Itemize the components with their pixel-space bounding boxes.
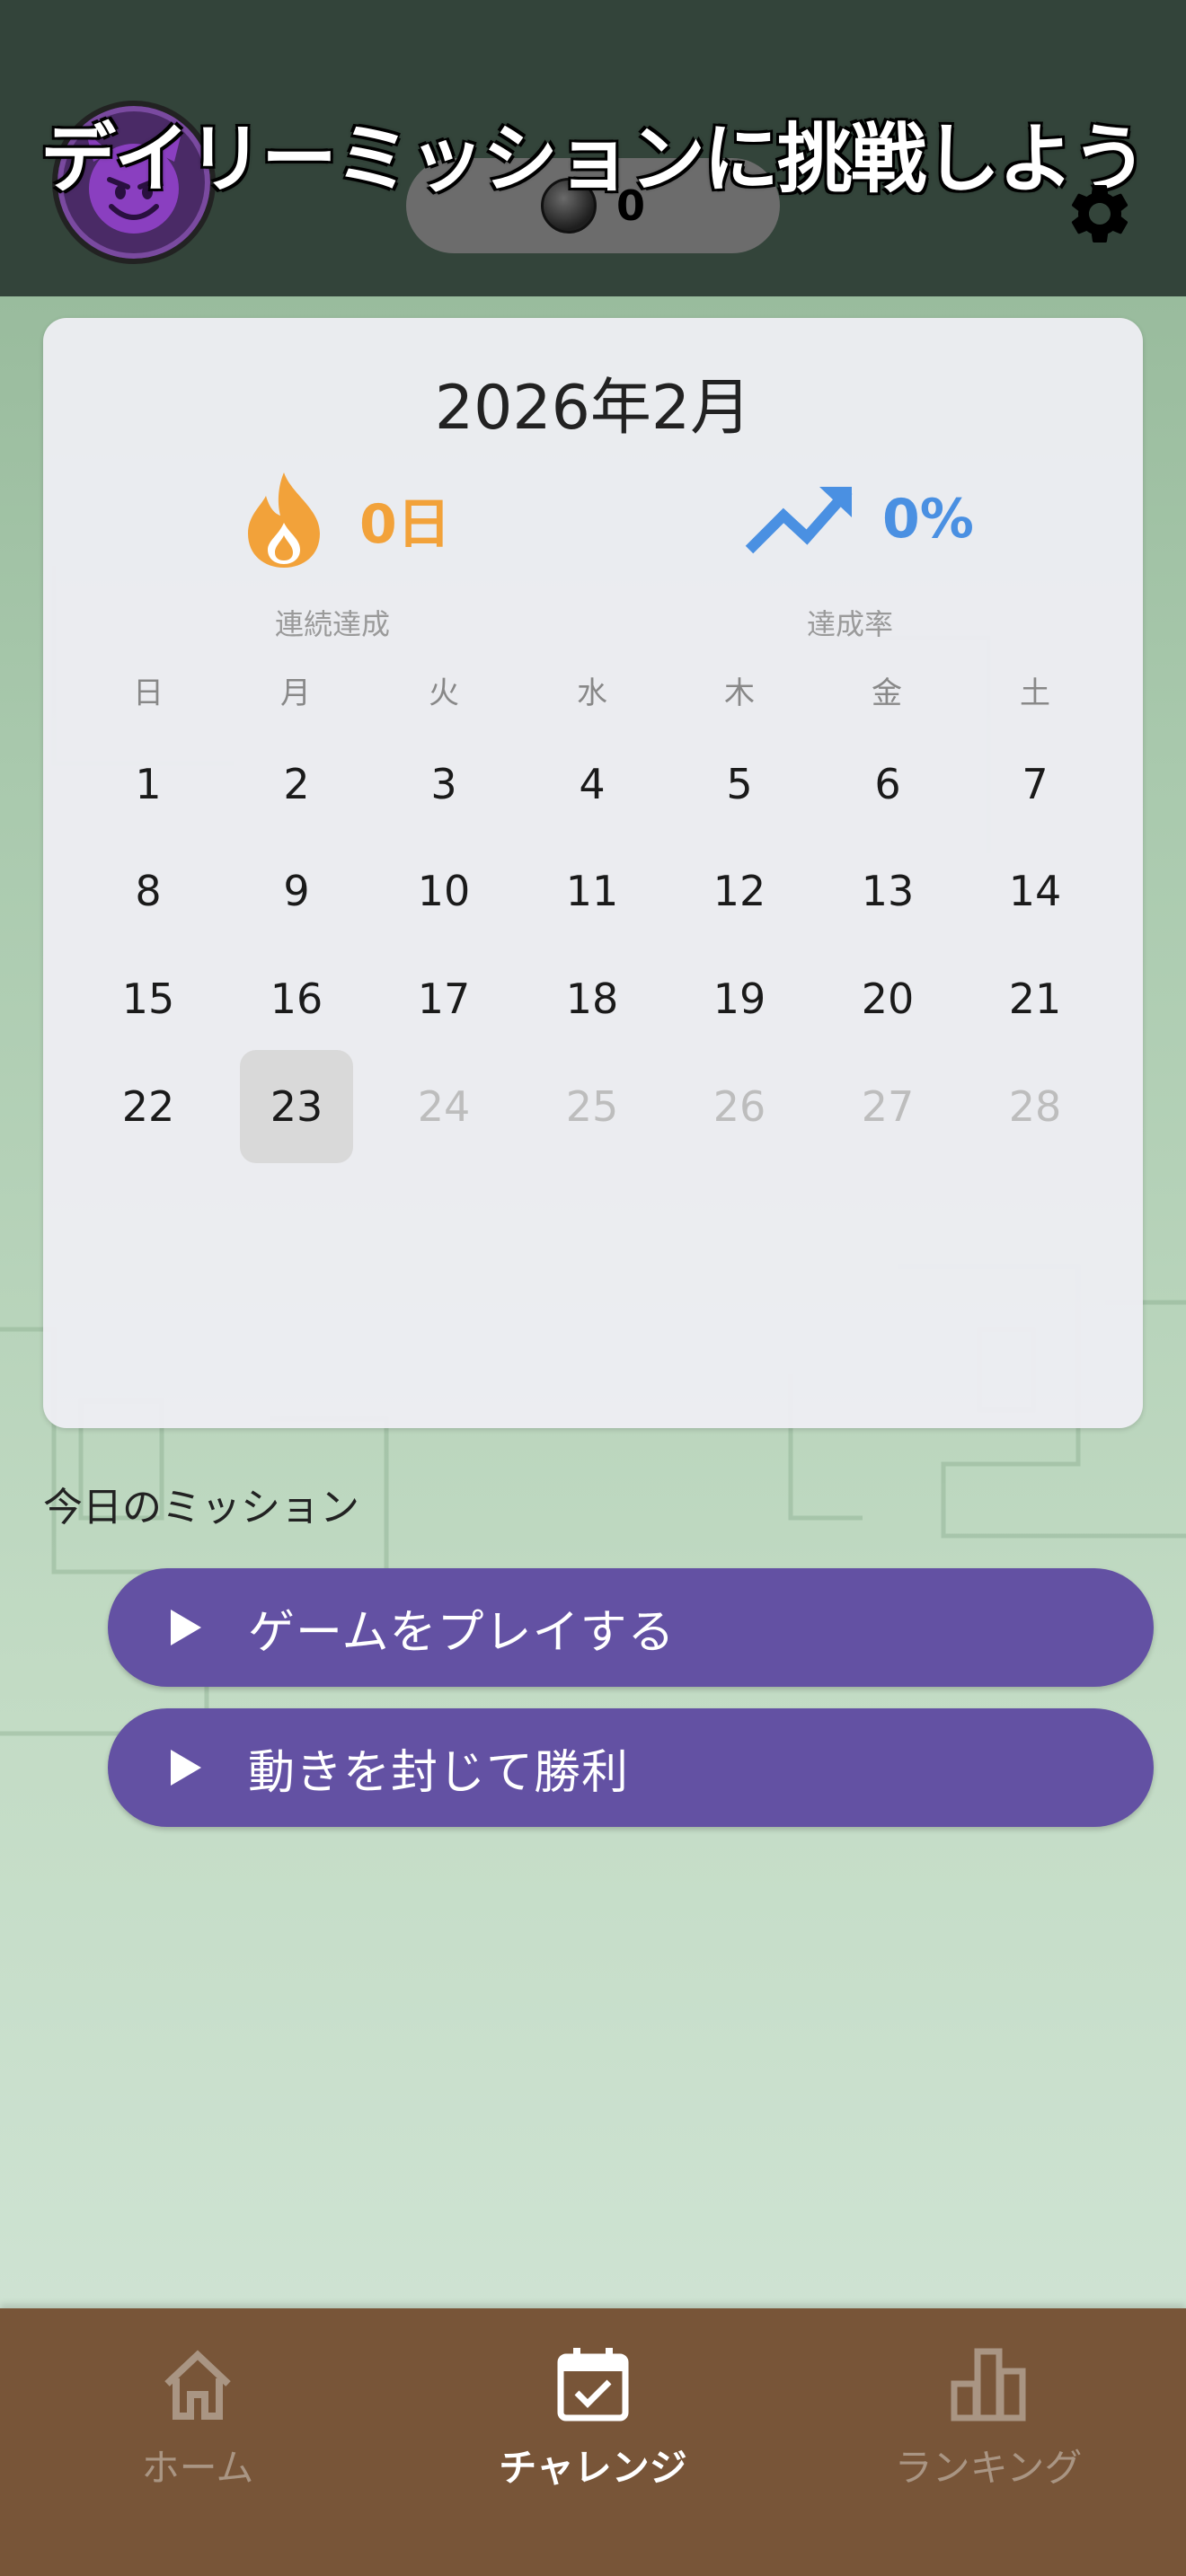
calendar-day[interactable]: 1 xyxy=(92,728,205,841)
gear-icon[interactable] xyxy=(1064,178,1136,250)
flame-icon xyxy=(248,472,320,568)
calendar-day-future: 28 xyxy=(1008,1082,1062,1131)
weekday-mon: 月 xyxy=(280,675,311,711)
rate-label: 達成率 xyxy=(806,607,893,641)
calendar-day-future: 25 xyxy=(565,1082,619,1131)
calendar-day[interactable]: 8 xyxy=(92,834,205,948)
tab-challenge[interactable]: チャレンジ xyxy=(395,2308,791,2576)
calendar-day[interactable]: 15 xyxy=(92,942,205,1055)
calendar-day[interactable]: 21 xyxy=(978,942,1092,1055)
rate-stat: 0% xyxy=(744,481,974,557)
weekday-fri: 金 xyxy=(872,675,902,711)
calendar-day-today[interactable]: 23 xyxy=(240,1050,353,1163)
weekday-sun: 日 xyxy=(133,675,164,711)
weekday-wed: 水 xyxy=(577,675,607,711)
mission-label: ゲームをプレイする xyxy=(248,1605,676,1660)
calendar-card: 2026年2月 0日 連続達成 0% 達成率 日 月 火 水 木 金 土 1 2… xyxy=(43,318,1143,1428)
calendar-day[interactable]: 22 xyxy=(92,1050,205,1163)
missions-section-title: 今日のミッション xyxy=(43,1485,359,1531)
bottom-tab-bar: ホーム チャレンジ ランキング xyxy=(0,2308,1186,2576)
calendar-day[interactable]: 18 xyxy=(535,942,649,1055)
page-title: デイリーミッションに挑戦しよう xyxy=(40,115,1147,203)
calendar-day[interactable]: 7 xyxy=(978,728,1092,841)
calendar-day[interactable]: 14 xyxy=(978,834,1092,948)
weekday-sat: 土 xyxy=(1020,675,1050,711)
calendar-day[interactable]: 6 xyxy=(831,728,944,841)
calendar-day[interactable]: 17 xyxy=(387,942,500,1055)
calendar-day[interactable]: 3 xyxy=(387,728,500,841)
calendar-day[interactable]: 4 xyxy=(535,728,649,841)
calendar-day[interactable]: 20 xyxy=(831,942,944,1055)
tab-ranking[interactable]: ランキング xyxy=(791,2308,1186,2576)
tab-home[interactable]: ホーム xyxy=(0,2308,395,2576)
calendar-day[interactable]: 10 xyxy=(387,834,500,948)
streak-label: 連続達成 xyxy=(274,607,390,641)
calendar-day-future: 26 xyxy=(712,1082,766,1131)
month-title: 2026年2月 xyxy=(434,373,752,444)
mission-button-block-win[interactable]: 動きを封じて勝利 xyxy=(108,1708,1154,1827)
streak-value: 0日 xyxy=(359,492,451,556)
calendar-check-icon xyxy=(557,2348,629,2422)
calendar-day[interactable]: 13 xyxy=(831,834,944,948)
mission-label: 動きを封じて勝利 xyxy=(248,1745,630,1800)
trending-up-icon xyxy=(745,487,853,554)
weekday-thu: 木 xyxy=(724,675,755,711)
play-icon xyxy=(171,1750,201,1786)
calendar-day[interactable]: 9 xyxy=(240,834,353,948)
home-icon xyxy=(164,2350,231,2420)
bar-chart-icon xyxy=(951,2348,1026,2422)
streak-stat: 0日 xyxy=(237,469,451,569)
calendar-day[interactable]: 5 xyxy=(683,728,796,841)
calendar-day[interactable]: 11 xyxy=(535,834,649,948)
tab-label: ホーム xyxy=(141,2446,254,2490)
calendar-day[interactable]: 19 xyxy=(683,942,796,1055)
calendar-day[interactable]: 16 xyxy=(240,942,353,1055)
calendar-day-future: 24 xyxy=(417,1082,471,1131)
tab-label: ランキング xyxy=(894,2446,1083,2490)
top-header: 0 デイリーミッションに挑戦しよう xyxy=(0,0,1186,296)
weekday-tue: 火 xyxy=(429,675,459,711)
calendar-day[interactable]: 12 xyxy=(683,834,796,948)
play-icon xyxy=(171,1610,201,1645)
calendar-day[interactable]: 2 xyxy=(240,728,353,841)
mission-button-play-game[interactable]: ゲームをプレイする xyxy=(108,1568,1154,1687)
tab-label: チャレンジ xyxy=(499,2446,687,2490)
calendar-day-future: 27 xyxy=(861,1082,915,1131)
rate-value: 0% xyxy=(882,488,974,551)
